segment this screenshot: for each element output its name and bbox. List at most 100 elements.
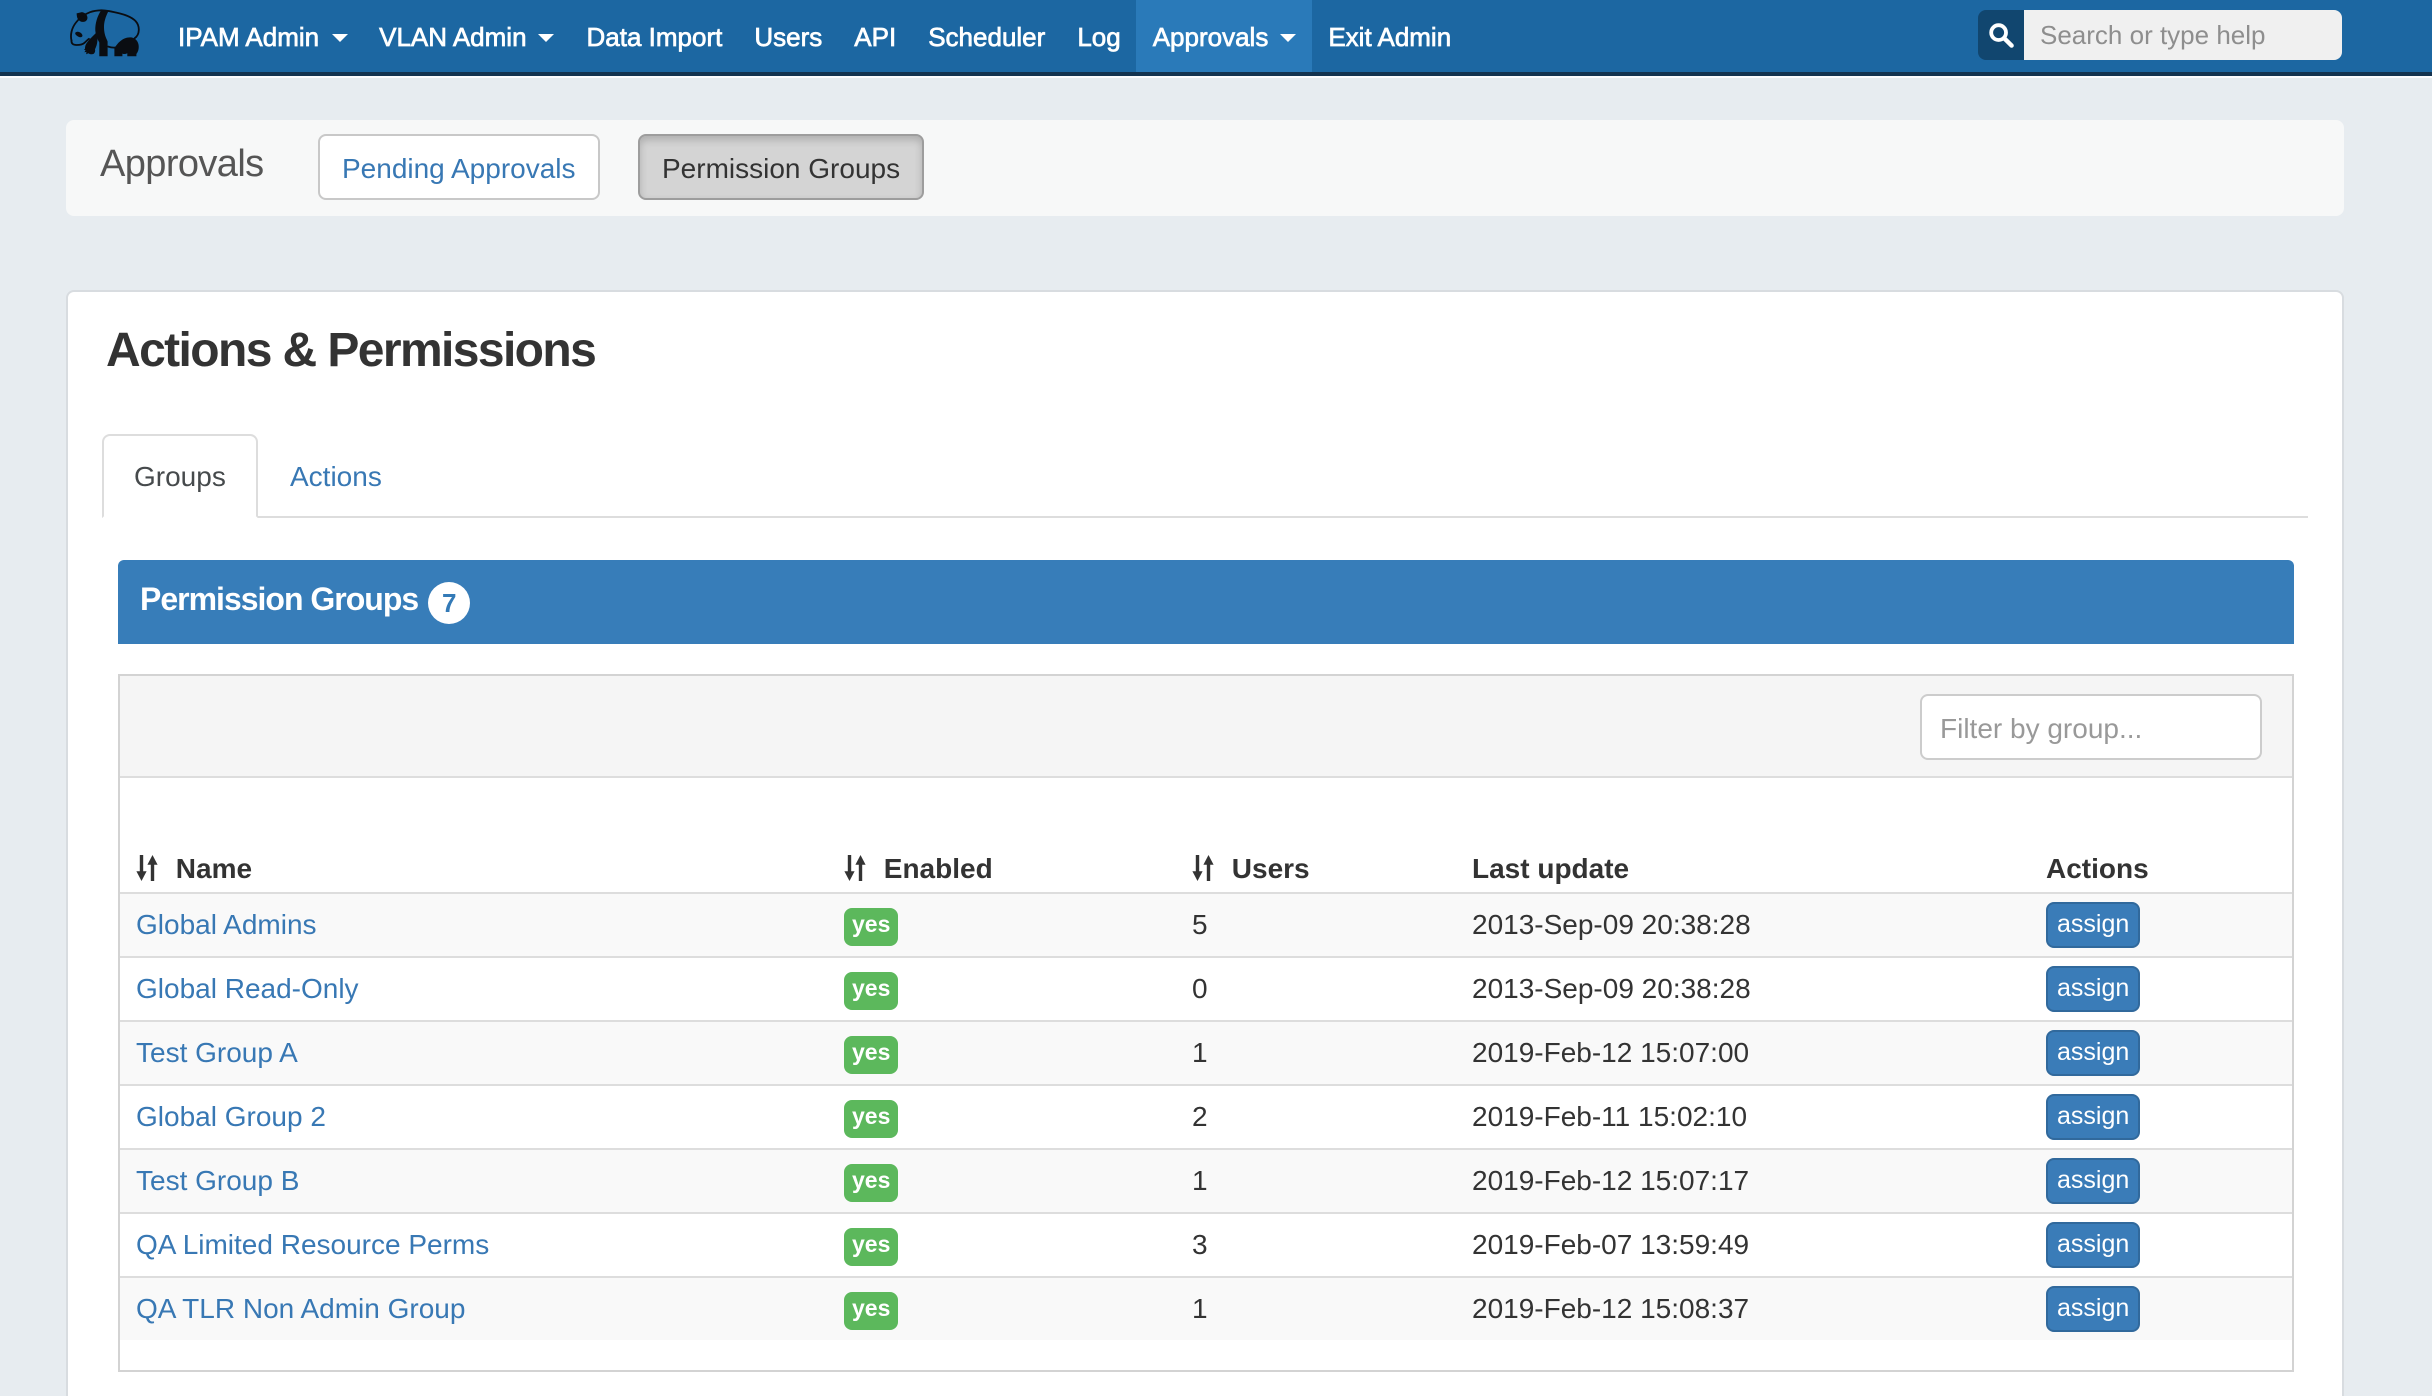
column-header-name[interactable]: Name bbox=[120, 778, 828, 893]
name-cell: Test Group B bbox=[120, 1149, 828, 1213]
nav-item-exit-admin[interactable]: Exit Admin bbox=[1312, 0, 1467, 72]
group-name-link[interactable]: Global Read-Only bbox=[136, 972, 359, 1004]
users-count: 3 bbox=[1176, 1213, 1456, 1277]
last-update: 2019-Feb-11 15:02:10 bbox=[1456, 1085, 2030, 1149]
filter-input[interactable] bbox=[1920, 694, 2262, 760]
search-icon-box[interactable] bbox=[1978, 10, 2024, 60]
group-name-link[interactable]: QA Limited Resource Perms bbox=[136, 1228, 489, 1260]
actions-cell: assign bbox=[2030, 1277, 2292, 1340]
nav-item-label: Users bbox=[754, 21, 822, 51]
nav-item-ipam-admin[interactable]: IPAM Admin bbox=[162, 0, 363, 72]
actions-cell: assign bbox=[2030, 1213, 2292, 1277]
group-name-link[interactable]: Global Admins bbox=[136, 908, 317, 940]
caret-down-icon bbox=[1280, 34, 1296, 42]
group-name-link[interactable]: Test Group B bbox=[136, 1164, 299, 1196]
actions-cell: assign bbox=[2030, 1149, 2292, 1213]
last-update: 2019-Feb-12 15:07:17 bbox=[1456, 1149, 2030, 1213]
tab-actions[interactable]: Actions bbox=[260, 436, 412, 518]
search-icon bbox=[1987, 21, 2015, 49]
group-name-link[interactable]: Global Group 2 bbox=[136, 1100, 326, 1132]
enabled-cell: yes bbox=[828, 893, 1176, 957]
column-header-users[interactable]: Users bbox=[1176, 778, 1456, 893]
assign-button[interactable]: assign bbox=[2046, 1094, 2140, 1140]
assign-button[interactable]: assign bbox=[2046, 1286, 2140, 1332]
groups-table-card: Name Enabled Users Last update Actions Glo… bbox=[118, 674, 2294, 1372]
actions-cell: assign bbox=[2030, 957, 2292, 1021]
users-count: 0 bbox=[1176, 957, 1456, 1021]
approvals-toolbar: Approvals Pending Approvals Permission G… bbox=[66, 120, 2344, 216]
table-body: Global Admins yes 52013-Sep-09 20:38:28 ass… bbox=[120, 893, 2292, 1340]
nav-item-approvals[interactable]: Approvals bbox=[1137, 0, 1313, 72]
sort-icon[interactable] bbox=[844, 854, 866, 882]
column-header-actions: Actions bbox=[2030, 778, 2292, 893]
last-update: 2019-Feb-07 13:59:49 bbox=[1456, 1213, 2030, 1277]
nav-item-label: Approvals bbox=[1153, 21, 1269, 51]
main-panel: Actions & Permissions Groups Actions Per… bbox=[66, 290, 2344, 1396]
group-name-link[interactable]: QA TLR Non Admin Group bbox=[136, 1292, 465, 1324]
name-cell: Global Admins bbox=[120, 893, 828, 957]
column-label: Name bbox=[176, 850, 252, 886]
column-label: Users bbox=[1232, 850, 1310, 886]
nav-item-label: API bbox=[854, 21, 896, 51]
column-label: Actions bbox=[2046, 850, 2149, 886]
panda-logo-icon[interactable] bbox=[68, 4, 152, 68]
table-row: Test Group Ayes12019-Feb-12 15:07:00assi… bbox=[120, 1021, 2292, 1085]
table-row: Global Admins yes 52013-Sep-09 20:38:28 ass… bbox=[120, 893, 2292, 957]
caret-down-icon bbox=[539, 34, 555, 42]
permission-groups-button[interactable]: Permission Groups bbox=[638, 134, 924, 200]
last-update: 2013-Sep-09 20:38:28 bbox=[1456, 893, 2030, 957]
nav-item-data-import[interactable]: Data Import bbox=[571, 0, 739, 72]
enabled-cell: yes bbox=[828, 1021, 1176, 1085]
last-update: 2019-Feb-12 15:07:00 bbox=[1456, 1021, 2030, 1085]
sort-icon[interactable] bbox=[1192, 854, 1214, 882]
nav-item-scheduler[interactable]: Scheduler bbox=[912, 0, 1061, 72]
assign-button[interactable]: assign bbox=[2046, 1030, 2140, 1076]
enabled-cell: yes bbox=[828, 1085, 1176, 1149]
column-label: Last update bbox=[1472, 850, 1629, 886]
tab-groups[interactable]: Groups bbox=[102, 434, 258, 518]
card-bottom-pad bbox=[120, 1340, 2292, 1370]
table-row: QA TLR Non Admin Groupyes12019-Feb-12 15… bbox=[120, 1277, 2292, 1340]
enabled-badge: yes bbox=[844, 1036, 898, 1074]
name-cell: QA TLR Non Admin Group bbox=[120, 1277, 828, 1340]
actions-cell: assign bbox=[2030, 1085, 2292, 1149]
enabled-cell: yes bbox=[828, 1277, 1176, 1340]
enabled-badge: yes bbox=[844, 1292, 898, 1330]
users-count: 5 bbox=[1176, 893, 1456, 957]
assign-button[interactable]: assign bbox=[2046, 1222, 2140, 1268]
navbar: IPAM Admin VLAN Admin Data Import Users API S… bbox=[0, 0, 2432, 76]
panel-title: Permission Groups bbox=[140, 584, 418, 620]
enabled-badge: yes bbox=[844, 972, 898, 1010]
column-header-last-update: Last update bbox=[1456, 778, 2030, 893]
enabled-badge: yes bbox=[844, 908, 898, 946]
nav-item-users[interactable]: Users bbox=[738, 0, 838, 72]
assign-button[interactable]: assign bbox=[2046, 966, 2140, 1012]
enabled-cell: yes bbox=[828, 1213, 1176, 1277]
assign-button[interactable]: assign bbox=[2046, 902, 2140, 948]
assign-button[interactable]: assign bbox=[2046, 1158, 2140, 1204]
caret-down-icon bbox=[331, 34, 347, 42]
column-label: Enabled bbox=[884, 850, 993, 886]
enabled-badge: yes bbox=[844, 1228, 898, 1266]
nav-item-log[interactable]: Log bbox=[1061, 0, 1136, 72]
filter-bar bbox=[120, 676, 2292, 778]
page-title: Actions & Permissions bbox=[106, 324, 595, 380]
sort-icon[interactable] bbox=[136, 854, 158, 882]
nav-item-label: VLAN Admin bbox=[379, 21, 526, 51]
table-row: Global Read-Onlyyes02013-Sep-09 20:38:28… bbox=[120, 957, 2292, 1021]
enabled-cell: yes bbox=[828, 1149, 1176, 1213]
table-row: Test Group Byes12019-Feb-12 15:07:17assi… bbox=[120, 1149, 2292, 1213]
users-count: 2 bbox=[1176, 1085, 1456, 1149]
panel-header: Permission Groups 7 bbox=[118, 560, 2294, 644]
enabled-cell: yes bbox=[828, 957, 1176, 1021]
column-header-enabled[interactable]: Enabled bbox=[828, 778, 1176, 893]
actions-cell: assign bbox=[2030, 893, 2292, 957]
pending-approvals-button[interactable]: Pending Approvals bbox=[318, 134, 600, 200]
search-input[interactable] bbox=[2024, 10, 2342, 60]
nav-item-api[interactable]: API bbox=[838, 0, 912, 72]
nav-item-vlan-admin[interactable]: VLAN Admin bbox=[363, 0, 570, 72]
group-name-link[interactable]: Test Group A bbox=[136, 1036, 298, 1068]
table-row: Global Group 2 yes22019-Feb-11 15:02:10 as… bbox=[120, 1085, 2292, 1149]
nav-item-label: IPAM Admin bbox=[178, 21, 319, 51]
users-count: 1 bbox=[1176, 1277, 1456, 1340]
